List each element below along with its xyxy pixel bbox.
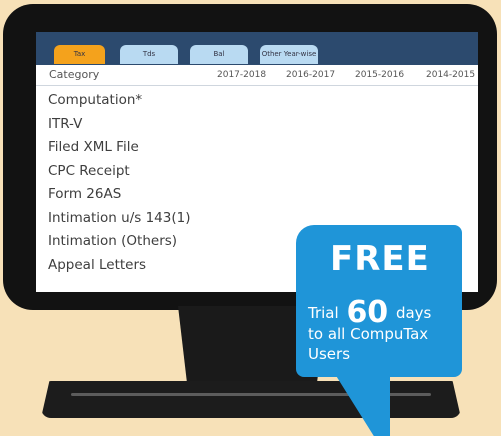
list-item[interactable]: Computation* bbox=[48, 89, 190, 113]
year-header: 2017-2018 bbox=[217, 70, 267, 80]
promo-headline: FREE bbox=[330, 239, 430, 279]
list-item[interactable]: Form 26AS bbox=[48, 183, 190, 207]
list-item[interactable]: Appeal Letters bbox=[48, 254, 190, 278]
year-header: 2015-2016 bbox=[355, 70, 405, 80]
trial-prefix: Trial bbox=[308, 304, 339, 322]
list-item[interactable]: ITR-V bbox=[48, 113, 190, 137]
list-item[interactable]: Intimation (Others) bbox=[48, 230, 190, 254]
year-header: 2016-2017 bbox=[286, 70, 336, 80]
monitor-stand-base bbox=[41, 381, 461, 418]
tab-other-year-wise[interactable]: Other Year-wise bbox=[260, 45, 318, 64]
promo-line-2: to all CompuTax bbox=[308, 325, 429, 343]
promo-line-3: Users bbox=[308, 345, 351, 363]
tab-tax[interactable]: Tax bbox=[54, 45, 105, 64]
free-trial-promo[interactable]: FREE Trial 60 days to all CompuTax Users bbox=[296, 225, 462, 377]
table-header: Category 2017-2018 2016-2017 2015-2016 2… bbox=[36, 65, 478, 86]
trial-suffix: days bbox=[395, 304, 432, 322]
list-item[interactable]: Intimation u/s 143(1) bbox=[48, 207, 190, 231]
tab-bal[interactable]: Bal bbox=[190, 45, 248, 64]
list-item[interactable]: CPC Receipt bbox=[48, 160, 190, 184]
illustration: Tax Tds Bal Other Year-wise Category 201… bbox=[0, 0, 501, 436]
list-item[interactable]: Filed XML File bbox=[48, 136, 190, 160]
tab-tds[interactable]: Tds bbox=[120, 45, 178, 64]
year-header: 2014-2015 bbox=[426, 70, 476, 80]
category-header: Category bbox=[49, 68, 100, 81]
category-list: Computation* ITR-V Filed XML File CPC Re… bbox=[48, 89, 190, 277]
tab-bar: Tax Tds Bal Other Year-wise bbox=[36, 32, 478, 65]
